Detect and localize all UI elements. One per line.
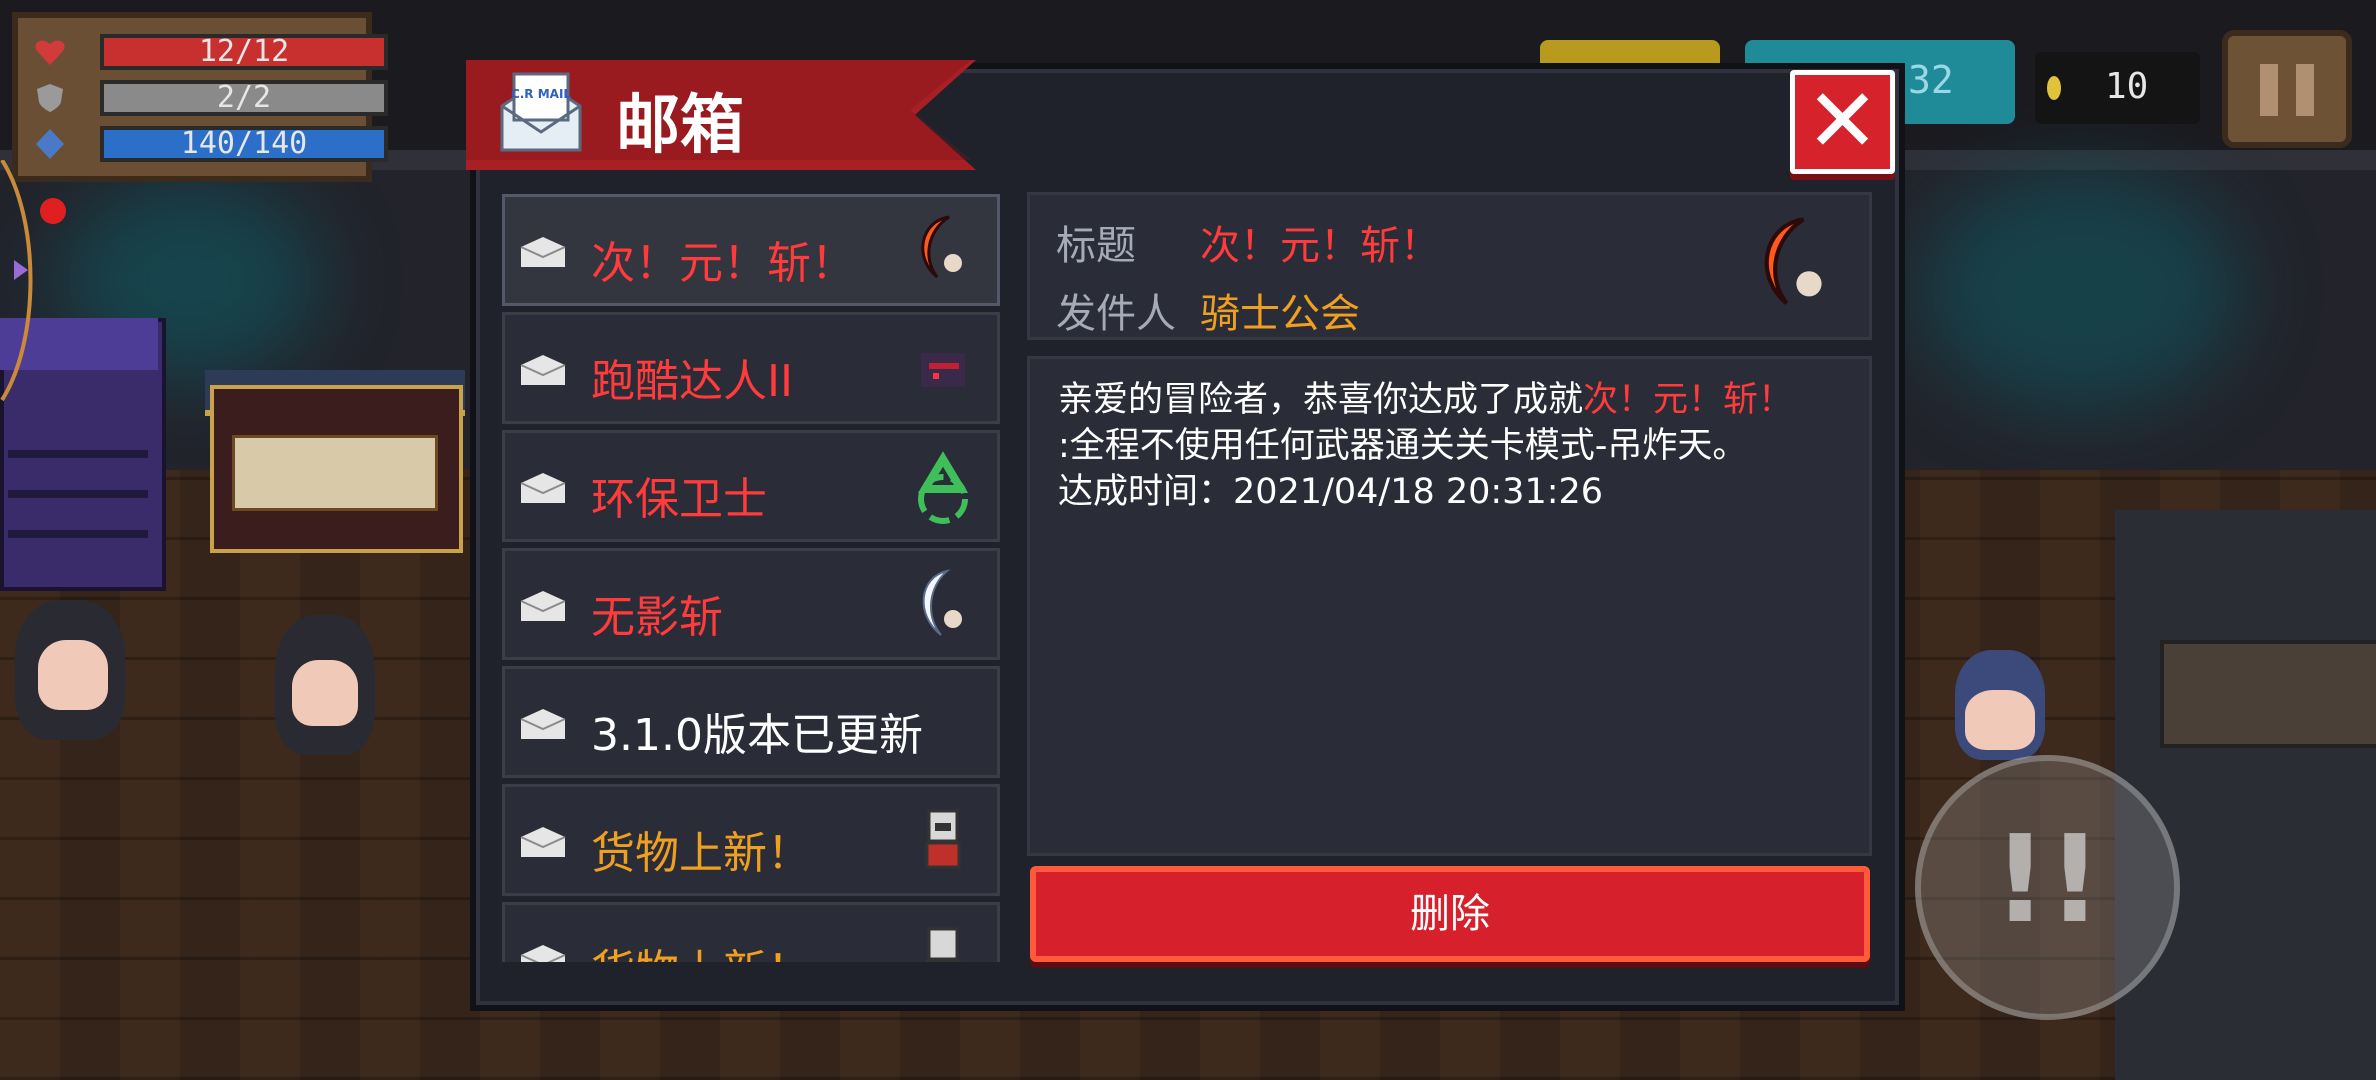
- mailbox-title-banner: C.R MAIL 邮箱: [466, 60, 1006, 170]
- mail-item-label: 跑酷达人II: [591, 356, 793, 407]
- mail-body-text: 亲爱的冒险者，恭喜你达成了成就次！元！斩！ :全程不使用任何武器通关关卡模式-吊…: [1058, 377, 1849, 515]
- pause-icon: [2260, 64, 2278, 116]
- coin-count: 10: [2105, 66, 2149, 107]
- merchant-icon: [925, 809, 961, 869]
- envelope-icon: [520, 355, 566, 385]
- envelope-icon: [520, 827, 566, 857]
- title-label: 标题: [1056, 223, 1136, 269]
- energy-row: 140/140: [30, 124, 388, 164]
- recycle-icon: [917, 451, 969, 524]
- envelope-icon: [520, 237, 566, 267]
- envelope-icon: [520, 709, 566, 739]
- teal-light-right: [1920, 170, 2240, 410]
- health-value: 12/12: [100, 34, 388, 70]
- energy-value: 140/140: [100, 126, 388, 162]
- pause-icon: [2296, 64, 2314, 116]
- mail-list-item[interactable]: 跑酷达人II: [502, 312, 1000, 424]
- title-value: 次！元！斩！: [1200, 223, 1440, 269]
- mail-list-item[interactable]: 货物上新！: [502, 784, 1000, 896]
- npc-face: [38, 640, 108, 710]
- vending-row: [8, 450, 148, 458]
- mail-list-item[interactable]: 货物上新！: [502, 902, 1000, 962]
- player-stats-panel: 12/12 2/2 140/140: [12, 12, 388, 182]
- mail-list: 次！元！斩！ 跑酷达人II 环保卫士 无影斩 3.1.0版本已更新 货物上新！ …: [498, 190, 1006, 962]
- mail-detail-header: 标题 次！元！斩！ 发件人 骑士公会: [1027, 192, 1872, 340]
- right-room: [2115, 510, 2376, 1080]
- envelope-icon: [520, 591, 566, 621]
- body-prefix: 亲爱的冒险者，恭喜你达成了成就: [1058, 380, 1584, 420]
- mail-item-label: 货物上新！: [591, 935, 811, 962]
- delete-button[interactable]: 删除: [1030, 866, 1870, 962]
- vending-row: [8, 490, 148, 498]
- mail-envelope-icon: C.R MAIL: [500, 72, 582, 152]
- sender-label: 发件人: [1056, 291, 1176, 337]
- mail-item-label: 次！元！斩！: [591, 238, 855, 289]
- coin-icon: [2047, 76, 2061, 100]
- shield-icon: [37, 84, 63, 112]
- body-line-3: 达成时间：2021/04/18 20:31:26: [1058, 472, 1604, 512]
- crescent-blade-icon: [1764, 217, 1822, 306]
- crescent-blade-icon: [921, 215, 962, 279]
- mailbox-title: 邮箱: [616, 89, 744, 163]
- mail-list-item[interactable]: 次！元！斩！: [502, 194, 1000, 306]
- sender-value: 骑士公会: [1200, 291, 1360, 337]
- white-crescent-icon: [922, 569, 962, 636]
- mail-list-item[interactable]: 无影斩: [502, 548, 1000, 660]
- mail-icon-text: C.R MAIL: [511, 87, 571, 101]
- vending-row: [8, 530, 148, 538]
- side-drawer-handle[interactable]: [0, 160, 60, 420]
- gem-count: 32: [1908, 58, 1954, 102]
- armor-value: 2/2: [100, 80, 388, 116]
- mail-list-item[interactable]: 环保卫士: [502, 430, 1000, 542]
- body-line-1: 亲爱的冒险者，恭喜你达成了成就次！元！斩！: [1058, 377, 1849, 423]
- npc-face: [292, 660, 358, 726]
- body-line-2: :全程不使用任何武器通关关卡模式-吊炸天。: [1058, 426, 1748, 466]
- mail-item-label: 无影斩: [591, 592, 723, 643]
- envelope-icon: [520, 473, 566, 503]
- shop-sign: [232, 435, 438, 511]
- delete-button-label: 删除: [1410, 891, 1490, 937]
- mail-item-label: 3.1.0版本已更新: [591, 710, 923, 761]
- envelope-icon: [520, 945, 566, 962]
- close-button[interactable]: ✕: [1790, 70, 1895, 174]
- exclamation-icon: !!: [1992, 811, 2103, 950]
- close-icon: ✕: [1805, 69, 1880, 172]
- mail-item-label: 货物上新！: [591, 828, 811, 879]
- health-row: 12/12: [30, 32, 388, 72]
- desk: [2160, 640, 2376, 748]
- mail-item-label: 环保卫士: [591, 474, 767, 525]
- body-highlight: 次！元！斩！: [1583, 380, 1794, 420]
- skill-button[interactable]: !!: [1915, 755, 2180, 1020]
- diamond-icon: [36, 129, 64, 159]
- npc-clerk-face: [1965, 690, 2035, 750]
- heart-icon: [35, 40, 65, 65]
- armor-row: 2/2: [30, 78, 388, 118]
- mail-list-item[interactable]: 3.1.0版本已更新: [502, 666, 1000, 778]
- ninja-icon: [921, 353, 965, 387]
- mail-body: 亲爱的冒险者，恭喜你达成了成就次！元！斩！ :全程不使用任何武器通关关卡模式-吊…: [1027, 356, 1872, 856]
- merchant-icon: [925, 927, 961, 962]
- coin-counter: 10: [2035, 52, 2200, 124]
- pause-button[interactable]: [2222, 30, 2352, 148]
